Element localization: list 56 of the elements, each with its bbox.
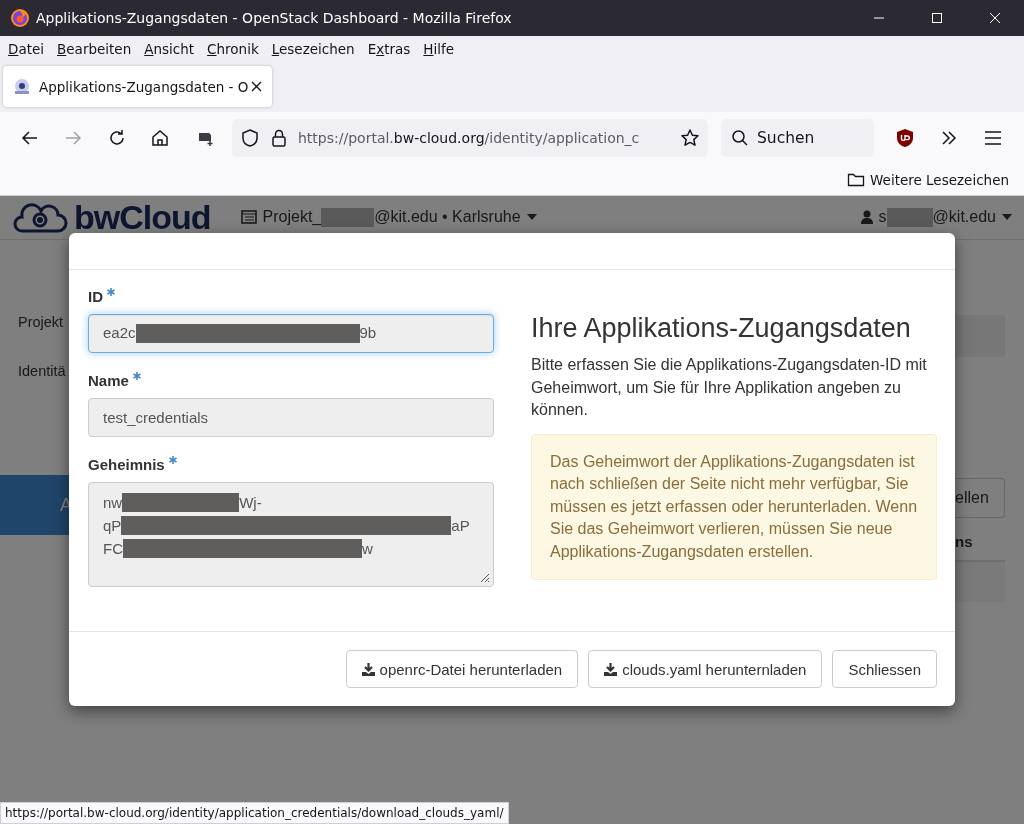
field-label: ID: [88, 288, 115, 305]
chevrons-icon[interactable]: [940, 129, 958, 147]
lock-icon[interactable]: [270, 128, 288, 148]
sidebar-item[interactable]: Identitä: [0, 363, 69, 412]
input-field[interactable]: ea2c 9b: [88, 314, 494, 353]
menu-icon[interactable]: [984, 130, 1002, 146]
redaction-bar: [886, 208, 933, 228]
browser-tab[interactable]: Applikations-Zugangsdaten - O: [3, 66, 272, 107]
reload-icon[interactable]: [107, 128, 127, 148]
menu-item[interactable]: Bearbeiten: [57, 41, 132, 57]
list-icon: [240, 210, 257, 225]
cloud-logo-icon[interactable]: [12, 200, 68, 235]
caret-icon: [1002, 214, 1012, 221]
download-icon: [361, 662, 375, 676]
resize-grip-icon[interactable]: [478, 571, 490, 583]
menu-item[interactable]: Datei: [8, 41, 45, 57]
menu-item[interactable]: Lesezeichen: [271, 41, 355, 57]
menu-item[interactable]: Chronik: [207, 41, 259, 57]
star-icon[interactable]: [680, 128, 700, 148]
close-button[interactable]: Schliessen: [832, 650, 937, 688]
ublock-shield-icon[interactable]: [896, 128, 914, 148]
redaction-bar: [321, 208, 375, 228]
menu-item[interactable]: Ansicht: [144, 41, 195, 57]
download-button[interactable]: clouds.yaml herunternladen: [588, 650, 823, 688]
field-label: Geheimnis: [88, 456, 177, 473]
bookmark-folder[interactable]: Weitere Lesezeichen: [847, 171, 1009, 188]
dialog-heading: Ihre Applikations-Zugangsdaten: [531, 313, 912, 344]
text-area[interactable]: nw Wj- qP aP FC w: [88, 482, 494, 587]
home-icon[interactable]: [150, 128, 170, 148]
sidebar-item[interactable]: Projekt: [0, 314, 69, 363]
folder-icon: [847, 171, 865, 188]
download-icon: [604, 662, 618, 676]
page-button[interactable]: ellen: [955, 478, 1005, 518]
menu-item[interactable]: Hilfe: [423, 41, 455, 57]
firefox-logo: [10, 8, 30, 28]
field-label: Name: [88, 372, 141, 389]
project-dropdown[interactable]: Projekt_ @kit.edu • Karlsruhe: [240, 207, 537, 228]
download-button[interactable]: openrc-Datei herunterladen: [345, 650, 579, 688]
maximize-icon[interactable]: [931, 12, 943, 24]
logo-text[interactable]: bwCloud: [74, 198, 211, 237]
close-icon[interactable]: [251, 81, 262, 92]
search-icon: [731, 129, 749, 147]
input-field[interactable]: test_credentials: [88, 398, 494, 437]
user-icon: [860, 210, 873, 225]
shield-icon[interactable]: [240, 128, 260, 148]
info-text: Bitte erfassen Sie die Applikations-Zugangsdaten-ID mit Geheimwort, um Sie für Ihre Applikation angeben zu können.: [531, 355, 928, 420]
menu-item[interactable]: Extras: [367, 41, 411, 57]
cloud-favicon: [13, 77, 31, 96]
panel-background: [955, 315, 1005, 357]
warning-alert: Das Geheimwort der Applikations-Zugangsdaten ist nach schließen der Seite nicht mehr verfügbar, Sie müssen es jetzt erfassen oder herunterladen. Wenn Sie das Geheimwort verlieren, müssen Sie neue Applikations-Zugangsdaten erstellen.: [531, 433, 937, 580]
status-url: https://portal.bw-cloud.org/identity/application_credentials/download_clouds_yaml/: [0, 802, 509, 824]
address-bar[interactable]: https://portal.bw-cloud.org/identity/application_c: [232, 119, 708, 157]
window-title: Applikations-Zugangsdaten - OpenStack Dashboard - Mozilla Firefox: [36, 10, 513, 26]
user-dropdown[interactable]: s @kit.edu: [860, 207, 1012, 228]
caret-icon: [526, 214, 537, 221]
search-field[interactable]: Suchen: [721, 119, 874, 157]
